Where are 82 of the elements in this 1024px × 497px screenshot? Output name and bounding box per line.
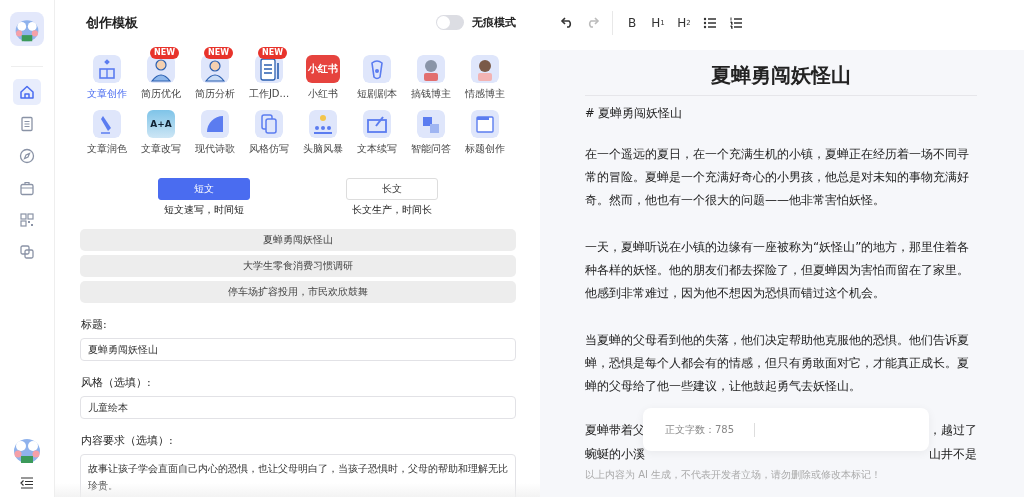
- toggle-switch[interactable]: [436, 15, 464, 30]
- template-item[interactable]: NEW 简历分析: [188, 46, 242, 101]
- template-item[interactable]: 文本续写: [350, 101, 404, 156]
- new-badge: NEW: [258, 47, 287, 59]
- collapse-icon[interactable]: [20, 477, 34, 489]
- template-label: 文章润色: [87, 142, 127, 156]
- grid-icon: [18, 211, 36, 229]
- tile-icon: A+A: [147, 110, 175, 138]
- template-label: 小红书: [308, 87, 338, 101]
- template-label: 现代诗歌: [195, 142, 235, 156]
- template-label: 标题创作: [465, 142, 505, 156]
- template-label: 简历分析: [195, 87, 235, 101]
- template-item[interactable]: NEW 简历优化: [134, 46, 188, 101]
- briefcase-icon: [18, 179, 36, 197]
- template-item[interactable]: 情感博主: [458, 46, 512, 101]
- format-button[interactable]: B: [621, 11, 643, 34]
- tab-caption: 长文生产，时间长: [352, 203, 432, 217]
- sidebar-item[interactable]: [13, 79, 41, 105]
- length-tab[interactable]: 长文: [346, 178, 438, 200]
- toggle-label: 无痕模式: [472, 15, 516, 30]
- template-label: 短剧剧本: [357, 87, 397, 101]
- template-item[interactable]: 文章创作: [80, 46, 134, 101]
- template-label: 智能问答: [411, 142, 451, 156]
- home-icon: [18, 83, 36, 101]
- template-label: 工作JD...: [248, 87, 290, 101]
- text-line: 山井不是: [929, 446, 977, 463]
- document-title: 夏蝉勇闯妖怪山: [585, 62, 977, 96]
- template-label: 简历优化: [141, 87, 181, 101]
- paragraph: 一天，夏蝉听说在小镇的边缘有一座被称为“妖怪山”的地方，那里住着各种各样的妖怪。他的朋友们都去探险了，但夏蝉因为害怕而留在了家里。他感到非常难过，因为他不想因为恐惧而错过这个机会。: [585, 239, 971, 302]
- text-line: ，越过了: [929, 422, 977, 439]
- suggestion-chip[interactable]: 大学生零食消费习惯调研: [80, 255, 516, 277]
- book-icon: [93, 55, 121, 83]
- template-label: 头脑风暴: [303, 142, 343, 156]
- template-item[interactable]: 头脑风暴: [296, 101, 350, 156]
- section-title: 创作模板: [86, 13, 138, 32]
- input-field[interactable]: 夏蝉勇闯妖怪山: [80, 338, 516, 361]
- template-item[interactable]: 现代诗歌: [188, 101, 242, 156]
- compass-icon: [18, 147, 36, 165]
- template-label: 搞钱博主: [411, 87, 451, 101]
- template-item[interactable]: 智能问答: [404, 101, 458, 156]
- template-label: 文章改写: [141, 142, 181, 156]
- template-label: 文本续写: [357, 142, 397, 156]
- field-label: 内容要求（选填）:: [81, 433, 174, 448]
- input-field[interactable]: 儿童绘本: [80, 396, 516, 419]
- person-icon: [417, 55, 445, 83]
- text-area[interactable]: 故事让孩子学会直面自己内心的恐惧，也让父母明白了，当孩子恐惧时，父母的帮助和理解无比珍贵。: [80, 454, 516, 497]
- template-item[interactable]: 小红书 小红书: [296, 46, 350, 101]
- tile-icon: 小红书: [306, 55, 340, 83]
- template-item[interactable]: 短剧剧本: [350, 46, 404, 101]
- template-item[interactable]: NEW 工作JD...: [242, 46, 296, 101]
- template-item[interactable]: 风格仿写: [242, 101, 296, 156]
- template-item[interactable]: A+A 文章改写: [134, 101, 188, 156]
- new-badge: NEW: [150, 47, 179, 59]
- suggestion-chip[interactable]: 停车场扩容投用，市民欢欣鼓舞: [80, 281, 516, 303]
- template-label: 风格仿写: [249, 142, 289, 156]
- edit-icon: [363, 110, 391, 138]
- tab-caption: 短文速写，时间短: [164, 203, 244, 217]
- template-label: 情感博主: [465, 87, 505, 101]
- window-icon: [471, 110, 499, 138]
- markdown-heading: # 夏蝉勇闯妖怪山: [585, 106, 684, 121]
- new-badge: NEW: [204, 47, 233, 59]
- qa-icon: [417, 110, 445, 138]
- template-item[interactable]: 文章润色: [80, 101, 134, 156]
- template-item[interactable]: 标题创作: [458, 101, 512, 156]
- field-label: 风格（选填）:: [81, 375, 152, 390]
- suggestion-chip[interactable]: 夏蝉勇闯妖怪山: [80, 229, 516, 251]
- pen-nib-icon: [363, 55, 391, 83]
- document-icon: [18, 115, 36, 133]
- template-item[interactable]: 搞钱博主: [404, 46, 458, 101]
- copy-icon: [255, 110, 283, 138]
- word-count: 正文字数：785: [665, 422, 735, 437]
- length-tab[interactable]: 短文: [158, 178, 250, 200]
- fan-icon: [201, 110, 229, 138]
- brush-icon: [93, 110, 121, 138]
- field-label: 标题:: [81, 317, 108, 332]
- copy-icon: [18, 243, 36, 261]
- template-label: 文章创作: [87, 87, 127, 101]
- paragraph: 当夏蝉的父母看到他的失落，他们决定帮助他克服他的恐惧。他们告诉夏蝉，恐惧是每个人都会有的情感，但只有勇敢面对它，才能真正成长。夏蝉的父母给了他一些建议，让他鼓起勇气去妖怪山。: [585, 332, 970, 395]
- text-line: 蜿蜒的小溪: [585, 446, 645, 463]
- person-icon: [471, 55, 499, 83]
- paragraph: 在一个遥远的夏日，在一个充满生机的小镇，夏蝉正在经历着一场不同寻常的冒险。夏蝉是一个充满好奇心的小男孩，他总是对未知的事物充满好奇。然而，他也有一个很大的问题——他非常害怕妖怪。: [585, 146, 970, 209]
- lightbulb-icon: [309, 110, 337, 138]
